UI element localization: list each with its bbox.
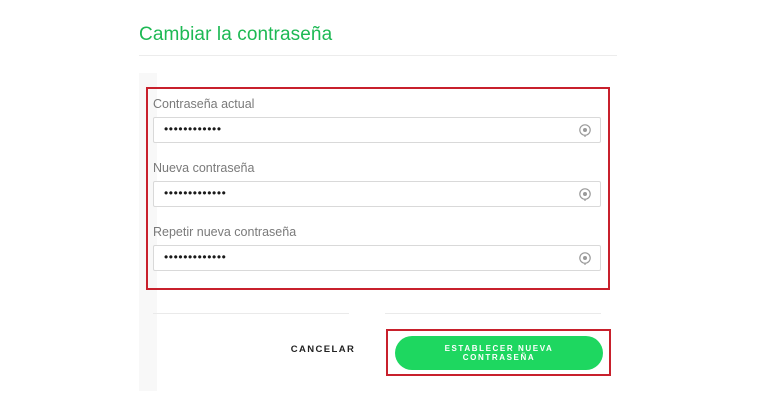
repeat-password-label: Repetir nueva contraseña (153, 225, 297, 239)
new-password-label: Nueva contraseña (153, 161, 255, 175)
repeat-password-field[interactable]: ••••••••••••• (153, 245, 601, 271)
new-password-field[interactable]: ••••••••••••• (153, 181, 601, 207)
cancel-button[interactable]: CANCELAR (284, 341, 362, 357)
set-new-password-button[interactable]: ESTABLECER NUEVA CONTRASEÑA (395, 336, 603, 370)
current-password-label: Contraseña actual (153, 97, 255, 111)
page-title: Cambiar la contraseña (139, 24, 333, 45)
title-divider (139, 55, 617, 56)
repeat-password-value: ••••••••••••• (164, 250, 227, 264)
actions-divider-right (385, 313, 601, 314)
eye-reveal-icon[interactable] (578, 123, 592, 137)
current-password-value: •••••••••••• (164, 122, 222, 136)
actions-divider-left (153, 313, 349, 314)
eye-reveal-icon[interactable] (578, 187, 592, 201)
new-password-value: ••••••••••••• (164, 186, 227, 200)
eye-reveal-icon[interactable] (578, 251, 592, 265)
current-password-field[interactable]: •••••••••••• (153, 117, 601, 143)
